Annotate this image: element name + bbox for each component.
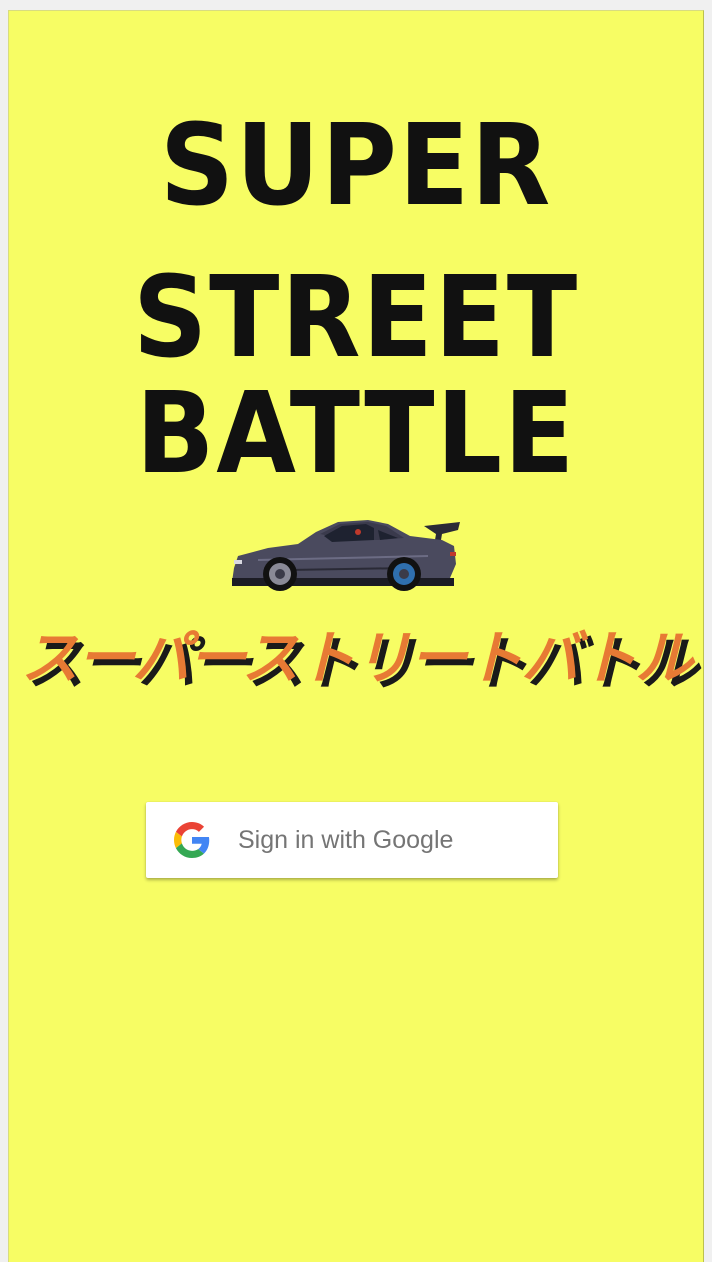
google-signin-label: Sign in with Google — [238, 826, 454, 854]
google-logo-icon — [174, 822, 210, 858]
title-battle: BATTLE — [135, 369, 577, 499]
google-signin-button[interactable]: Sign in with Google — [146, 802, 558, 878]
sports-car-icon — [232, 520, 460, 591]
title-super: SUPER — [159, 101, 553, 231]
japanese-subtitle: スーパーストリートバトル — [20, 624, 693, 692]
title-street: STREET — [133, 253, 579, 383]
